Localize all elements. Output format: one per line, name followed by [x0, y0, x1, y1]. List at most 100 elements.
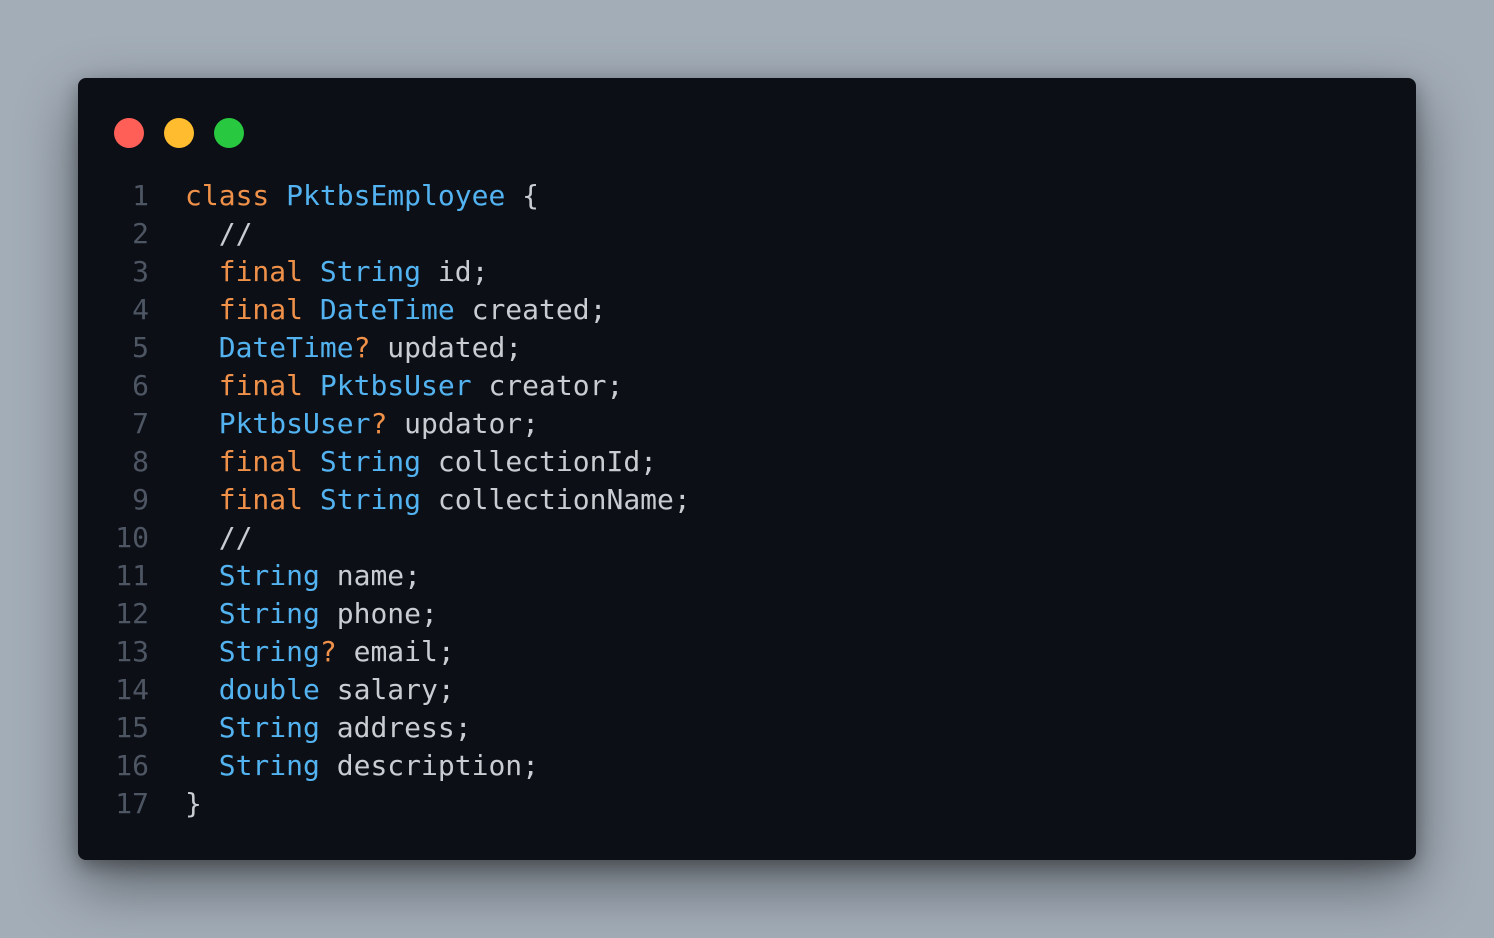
- code-text: String description;: [185, 747, 539, 785]
- code-token-type: String: [218, 559, 320, 592]
- code-token: }: [185, 787, 202, 820]
- code-token-keyword: ?: [353, 331, 371, 364]
- code-line: 11 String name;: [78, 557, 1416, 595]
- zoom-button[interactable]: [214, 118, 244, 148]
- code-token-type: double: [218, 673, 320, 706]
- line-number: 15: [115, 711, 149, 744]
- code-line: 6 final PktbsUser creator;: [78, 367, 1416, 405]
- code-token: email;: [336, 635, 455, 668]
- code-token: updated;: [370, 331, 523, 364]
- code-line: 17}: [78, 785, 1416, 823]
- code-line: 12 String phone;: [78, 595, 1416, 633]
- code-token: //: [185, 217, 253, 250]
- line-number: 4: [132, 293, 149, 326]
- code-line: 10 //: [78, 519, 1416, 557]
- code-token: creator;: [471, 369, 624, 402]
- code-text: String? email;: [185, 633, 455, 671]
- code-token-type: String: [218, 711, 320, 744]
- code-token-keyword: final: [218, 483, 304, 516]
- code-token-type: String: [218, 749, 320, 782]
- code-text: //: [185, 215, 253, 253]
- code-token-type: String: [319, 255, 422, 288]
- code-token: collectionId;: [421, 445, 658, 478]
- code-text: String address;: [185, 709, 472, 747]
- code-text: final String collectionName;: [185, 481, 691, 519]
- code-line: 3 final String id;: [78, 253, 1416, 291]
- code-token-type: DateTime: [319, 293, 455, 326]
- line-number: 13: [115, 635, 149, 668]
- code-window: 1 class PktbsEmployee {2 //3 final String…: [78, 78, 1416, 860]
- code-token-type: String: [319, 445, 422, 478]
- code-token: name;: [319, 559, 422, 592]
- code-token: id;: [421, 255, 489, 288]
- line-number: 16: [115, 749, 149, 782]
- code-text: }: [185, 785, 202, 823]
- code-token: salary;: [319, 673, 455, 706]
- code-line: 14 double salary;: [78, 671, 1416, 709]
- code-text: final PktbsUser creator;: [185, 367, 624, 405]
- code-line: 8 final String collectionId;: [78, 443, 1416, 481]
- code-token-keyword: final: [218, 255, 304, 288]
- code-token: description;: [319, 749, 540, 782]
- code-line: 4 final DateTime created;: [78, 291, 1416, 329]
- code-token-type: PktbsUser: [319, 369, 472, 402]
- code-token: //: [185, 521, 253, 554]
- code-token: collectionName;: [421, 483, 691, 516]
- line-number: 7: [132, 407, 149, 440]
- code-text: PktbsUser? updator;: [185, 405, 539, 443]
- code-text: //: [185, 519, 253, 557]
- code-line: 15 String address;: [78, 709, 1416, 747]
- code-token: {: [505, 179, 540, 212]
- code-token-keyword: final: [218, 293, 304, 326]
- line-number: 5: [132, 331, 149, 364]
- code-token-keyword: ?: [319, 635, 337, 668]
- line-number: 12: [115, 597, 149, 630]
- code-text: DateTime? updated;: [185, 329, 522, 367]
- line-number: 11: [115, 559, 149, 592]
- code-line: 16 String description;: [78, 747, 1416, 785]
- code-line: 9 final String collectionName;: [78, 481, 1416, 519]
- code-block: 1 class PktbsEmployee {2 //3 final String…: [78, 177, 1416, 823]
- code-line: 13 String? email;: [78, 633, 1416, 671]
- code-token-type: String: [218, 635, 320, 668]
- code-token: created;: [454, 293, 607, 326]
- code-line: 7 PktbsUser? updator;: [78, 405, 1416, 443]
- line-number: 1: [132, 179, 149, 212]
- code-text: final String collectionId;: [185, 443, 657, 481]
- code-text: class PktbsEmployee {: [185, 177, 539, 215]
- close-button[interactable]: [114, 118, 144, 148]
- code-token-type: String: [218, 597, 320, 630]
- line-number: 10: [115, 521, 149, 554]
- code-token: address;: [319, 711, 472, 744]
- code-text: double salary;: [185, 671, 455, 709]
- line-number: 8: [132, 445, 149, 478]
- code-text: String phone;: [185, 595, 438, 633]
- line-number: 17: [115, 787, 149, 820]
- code-text: final DateTime created;: [185, 291, 607, 329]
- minimize-button[interactable]: [164, 118, 194, 148]
- code-token: updator;: [387, 407, 540, 440]
- code-line: 2 //: [78, 215, 1416, 253]
- code-token-type: String: [319, 483, 422, 516]
- code-token-type: DateTime: [218, 331, 354, 364]
- line-number: 2: [132, 217, 149, 250]
- code-line: 1 class PktbsEmployee {: [78, 177, 1416, 215]
- code-token-keyword: class: [185, 179, 270, 212]
- code-token-keyword: final: [218, 369, 304, 402]
- code-token-keyword: final: [218, 445, 304, 478]
